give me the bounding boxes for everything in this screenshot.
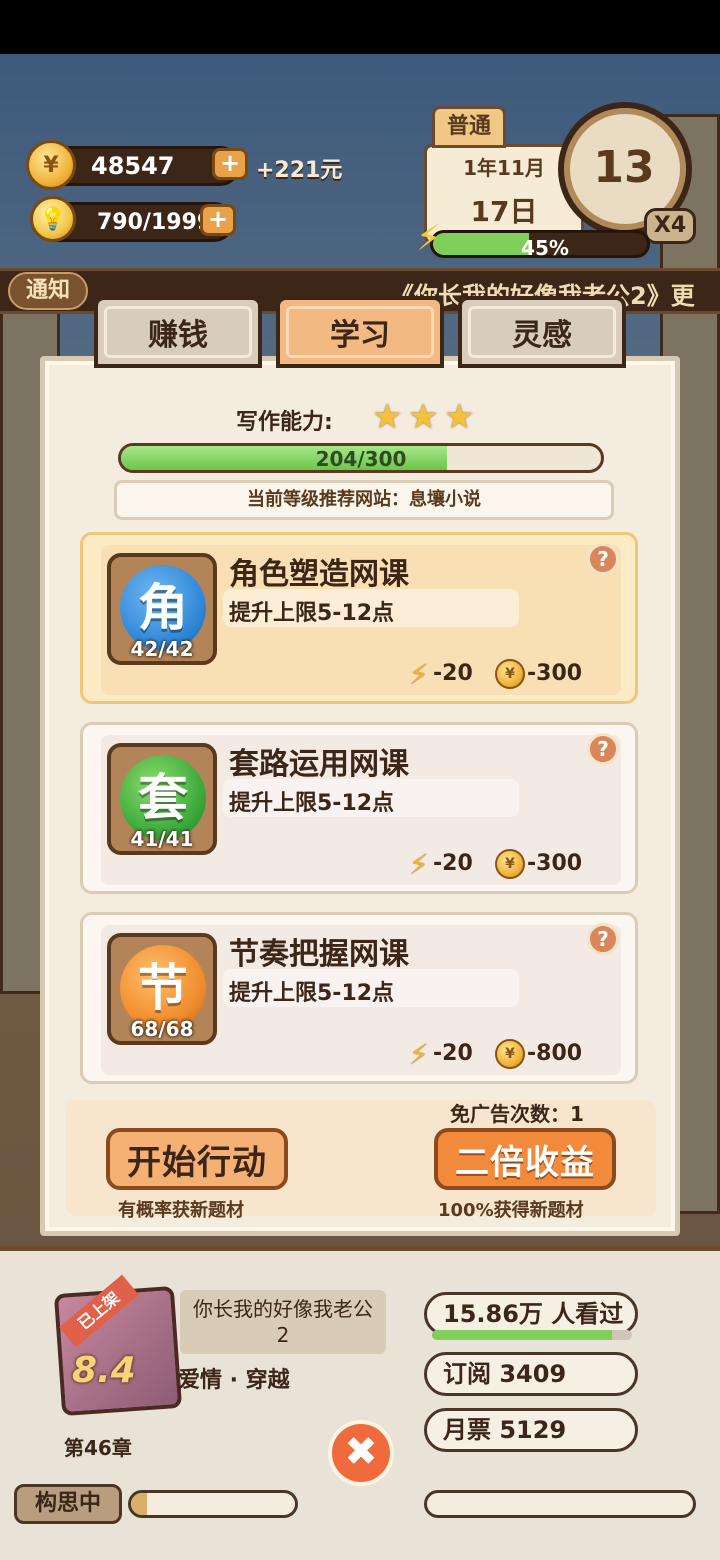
tab-inspiration[interactable]: 灵感: [458, 296, 626, 368]
recommended-site: 当前等级推荐网站：息壤小说: [114, 480, 614, 520]
tab-label: 赚钱: [148, 318, 208, 353]
help-icon[interactable]: ?: [587, 543, 619, 575]
book-score: 8.4: [72, 1350, 136, 1391]
views-bar: [432, 1330, 632, 1340]
coin-icon: ¥: [495, 1039, 525, 1069]
course-card-trope[interactable]: 套 41/41 套路运用网课 提升上限5-12点 ? ⚡ -20 ¥ -300: [80, 722, 638, 894]
book-chapter: 第46章: [64, 1436, 132, 1460]
course-desc: 提升上限5-12点: [229, 601, 395, 626]
energy-icon: ⚡: [409, 848, 429, 881]
thinking-progress-bar: [128, 1490, 298, 1518]
thinking-progress-fill: [131, 1493, 148, 1515]
double-reward-hint: 100%获得新题材: [438, 1200, 584, 1221]
tab-label: 灵感: [512, 318, 572, 353]
coin-icon: ¥: [26, 140, 76, 190]
tab-label: 学习: [330, 318, 390, 353]
add-inspiration-button[interactable]: +: [200, 204, 236, 236]
double-reward-button[interactable]: 二倍收益: [434, 1128, 616, 1190]
coin-cost: -300: [527, 851, 583, 876]
star-icon: ★: [408, 397, 439, 437]
energy-percent: 45%: [521, 236, 569, 260]
inspiration-value: 790/1999: [97, 209, 213, 235]
course-title: 节奏把握网课: [229, 937, 409, 972]
monthly-tickets-stat: 月票 5129: [424, 1408, 638, 1452]
tab-earn[interactable]: 赚钱: [94, 296, 262, 368]
course-count: 42/42: [130, 637, 194, 661]
course-card-rhythm[interactable]: 节 68/68 节奏把握网课 提升上限5-12点 ? ⚡ -20 ¥ -800: [80, 912, 638, 1084]
clock-value: 13: [593, 142, 655, 193]
writing-ability-label: 写作能力:: [236, 410, 333, 435]
coin-income: +221元: [256, 158, 343, 183]
book-genre: 爱情 · 穿越: [178, 1368, 290, 1393]
course-card-character[interactable]: 角 42/42 角色塑造网课 提升上限5-12点 ? ⚡ -20 ¥ -300: [80, 532, 638, 704]
ability-progress-text: 204/300: [315, 447, 407, 471]
book-title: 你长我的好像我老公2: [193, 1297, 373, 1347]
course-count: 68/68: [130, 1017, 194, 1041]
start-action-button[interactable]: 开始行动: [106, 1128, 288, 1190]
help-icon[interactable]: ?: [587, 733, 619, 765]
thinking-status: 构思中: [14, 1484, 122, 1524]
views-fill: [432, 1330, 612, 1340]
help-icon[interactable]: ?: [587, 923, 619, 955]
notice-tag: 通知: [8, 272, 88, 310]
energy-cost: -20: [433, 1041, 473, 1066]
star-icon: ★: [372, 397, 403, 437]
month-text: 1年11月: [463, 156, 545, 180]
course-title: 套路运用网课: [229, 747, 409, 782]
add-coins-button[interactable]: +: [212, 148, 248, 180]
energy-icon: ⚡: [409, 658, 429, 691]
close-button[interactable]: ✖: [328, 1420, 394, 1486]
status-bar: [0, 0, 720, 54]
star-icon: ★: [444, 397, 475, 437]
start-action-hint: 有概率获新题材: [118, 1200, 244, 1221]
course-icon: 节 68/68: [107, 933, 217, 1045]
mode-tag[interactable]: 普通: [432, 106, 506, 148]
day-text: 17日: [470, 195, 538, 228]
tab-study[interactable]: 学习: [276, 296, 444, 368]
lightning-icon: ⚡: [416, 218, 442, 259]
free-ad-count: 免广告次数：1: [450, 1102, 584, 1126]
secondary-progress-bar: [424, 1490, 696, 1518]
coin-value: 48547: [91, 152, 175, 180]
coin-icon: ¥: [495, 849, 525, 879]
energy-cost: -20: [433, 661, 473, 686]
coin-cost: -800: [527, 1041, 583, 1066]
lightbulb-icon: 💡: [30, 196, 76, 242]
course-desc: 提升上限5-12点: [229, 791, 395, 816]
speed-button[interactable]: X4: [644, 208, 696, 244]
course-title: 角色塑造网课: [229, 557, 409, 592]
subscriptions-stat: 订阅 3409: [424, 1352, 638, 1396]
energy-cost: -20: [433, 851, 473, 876]
course-desc: 提升上限5-12点: [229, 981, 395, 1006]
coin-cost: -300: [527, 661, 583, 686]
energy-icon: ⚡: [409, 1038, 429, 1071]
coin-icon: ¥: [495, 659, 525, 689]
course-icon: 套 41/41: [107, 743, 217, 855]
course-icon: 角 42/42: [107, 553, 217, 665]
course-count: 41/41: [130, 827, 194, 851]
